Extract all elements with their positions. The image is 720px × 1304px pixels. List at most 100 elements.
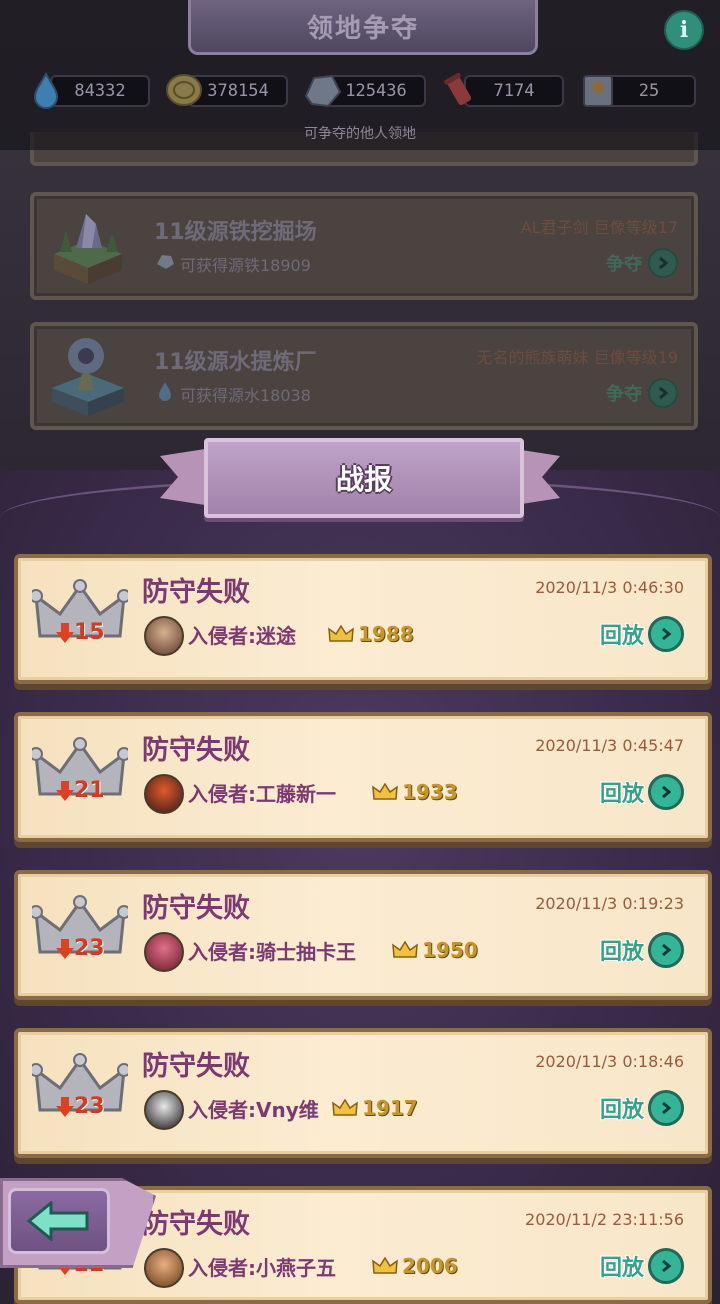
score: 2006	[372, 1254, 458, 1278]
down-arrow-icon	[56, 780, 74, 801]
score: 1917	[332, 1096, 418, 1120]
section-subtitle: 可争夺的他人领地	[304, 126, 416, 142]
avatar[interactable]	[144, 1248, 184, 1288]
replay-button[interactable]: 回放	[600, 616, 684, 652]
report-time: 2020/11/2 23:11:56	[525, 1210, 684, 1229]
arrow-right-icon	[648, 1248, 684, 1284]
report-card: 15 防守失败 2020/11/3 0:46:30 入侵者:迷途 1988 回放	[14, 554, 712, 684]
contest-label: 争夺	[606, 384, 642, 405]
down-arrow-icon	[56, 1096, 74, 1117]
crown-small-icon	[372, 1257, 398, 1274]
report-result: 防守失败	[142, 1209, 250, 1240]
back-arrow-icon	[27, 1201, 89, 1241]
avatar[interactable]	[144, 774, 184, 814]
territory-reward: 可获得源铁18909	[180, 256, 311, 275]
rank-drop-value: 21	[74, 778, 105, 803]
report-time: 2020/11/3 0:46:30	[535, 578, 684, 597]
arrow-right-icon	[648, 616, 684, 652]
scroll-icon	[444, 72, 472, 106]
score-value: 1917	[362, 1096, 418, 1120]
water-drop-icon	[33, 72, 59, 109]
report-time: 2020/11/3 0:19:23	[535, 894, 684, 913]
down-arrow-icon	[56, 938, 74, 959]
contest-button[interactable]: 争夺	[606, 378, 678, 408]
report-card: 23 防守失败 2020/11/3 0:19:23 入侵者:骑士抽卡王 1950…	[14, 870, 712, 1000]
crown-small-icon	[372, 783, 398, 800]
ticket-icon	[583, 75, 613, 107]
score: 1933	[372, 780, 458, 804]
rank-drop-value: 23	[74, 936, 105, 961]
crown-small-icon	[332, 1099, 358, 1116]
page-title: 领地争夺	[188, 0, 538, 55]
territory-card[interactable]: 11级源铁挖掘场 可获得源铁18909 AL君子剑 巨像等级17 争夺	[30, 192, 698, 300]
report-result: 防守失败	[142, 577, 250, 608]
arrow-right-icon	[648, 774, 684, 810]
report-time: 2020/11/3 0:18:46	[535, 1052, 684, 1071]
resource-scroll: 7174	[440, 70, 564, 110]
rank-drop-value: 15	[74, 620, 105, 645]
replay-button[interactable]: 回放	[600, 774, 684, 810]
rank-drop: 15	[56, 620, 105, 645]
report-card: 21 防守失败 2020/11/3 0:45:47 入侵者:工藤新一 1933 …	[14, 712, 712, 842]
invader-name: 入侵者:Vny维	[188, 1098, 319, 1122]
territory-owner: AL君子剑 巨像等级17	[520, 218, 678, 237]
replay-label: 回放	[599, 782, 644, 807]
territory-name: 11级源铁挖掘场	[154, 220, 317, 245]
coin-icon	[166, 74, 202, 106]
resource-coin: 378154	[164, 70, 288, 110]
score: 1988	[328, 622, 414, 646]
score-value: 1933	[402, 780, 458, 804]
invader-name: 入侵者:骑士抽卡王	[188, 940, 356, 964]
water-refinery-icon	[52, 338, 124, 416]
arrow-right-icon	[648, 378, 678, 408]
territory-card[interactable]: 11级源水提炼厂 可获得源水18038 无名的熊族萌妹 巨像等级19 争夺	[30, 322, 698, 430]
avatar[interactable]	[144, 1090, 184, 1130]
territory-owner: 无名的熊族萌妹 巨像等级19	[476, 348, 678, 367]
report-result: 防守失败	[142, 1051, 250, 1082]
resource-ore: 125436	[302, 70, 430, 110]
report-time: 2020/11/3 0:45:47	[535, 736, 684, 755]
crown-small-icon	[392, 941, 418, 958]
crown-small-icon	[328, 625, 354, 642]
iron-mine-icon	[54, 214, 122, 284]
replay-button[interactable]: 回放	[600, 932, 684, 968]
arrow-right-icon	[648, 1090, 684, 1126]
score-value: 2006	[402, 1254, 458, 1278]
report-card: 23 防守失败 2020/11/3 0:18:46 入侵者:Vny维 1917 …	[14, 1028, 712, 1158]
contest-label: 争夺	[606, 254, 642, 275]
resource-ticket: 25	[578, 70, 696, 110]
score-value: 1988	[358, 622, 414, 646]
back-button[interactable]	[8, 1188, 110, 1254]
resource-water: 84332	[26, 70, 150, 110]
water-drop-icon	[159, 382, 171, 401]
rank-drop: 21	[56, 778, 105, 803]
invader-name: 入侵者:小燕子五	[188, 1256, 336, 1280]
arrow-right-icon	[648, 248, 678, 278]
info-button[interactable]: i	[664, 10, 704, 50]
invader-name: 入侵者:迷途	[188, 624, 296, 648]
rank-drop: 23	[56, 936, 105, 961]
arrow-right-icon	[648, 932, 684, 968]
replay-label: 回放	[599, 940, 644, 965]
iron-ore-icon	[157, 255, 174, 269]
ore-icon	[304, 74, 342, 108]
contest-button[interactable]: 争夺	[606, 248, 678, 278]
territory-reward: 可获得源水18038	[180, 386, 311, 405]
rank-drop: 23	[56, 1094, 105, 1119]
replay-button[interactable]: 回放	[600, 1248, 684, 1284]
replay-label: 回放	[599, 1256, 644, 1281]
battle-report-title: 战报	[204, 438, 524, 518]
report-result: 防守失败	[142, 893, 250, 924]
invader-name: 入侵者:工藤新一	[188, 782, 336, 806]
down-arrow-icon	[56, 622, 74, 643]
avatar[interactable]	[144, 932, 184, 972]
report-result: 防守失败	[142, 735, 250, 766]
replay-label: 回放	[599, 1098, 644, 1123]
score: 1950	[392, 938, 478, 962]
territory-name: 11级源水提炼厂	[154, 350, 317, 375]
score-value: 1950	[422, 938, 478, 962]
avatar[interactable]	[144, 616, 184, 656]
replay-label: 回放	[599, 624, 644, 649]
replay-button[interactable]: 回放	[600, 1090, 684, 1126]
rank-drop-value: 23	[74, 1094, 105, 1119]
